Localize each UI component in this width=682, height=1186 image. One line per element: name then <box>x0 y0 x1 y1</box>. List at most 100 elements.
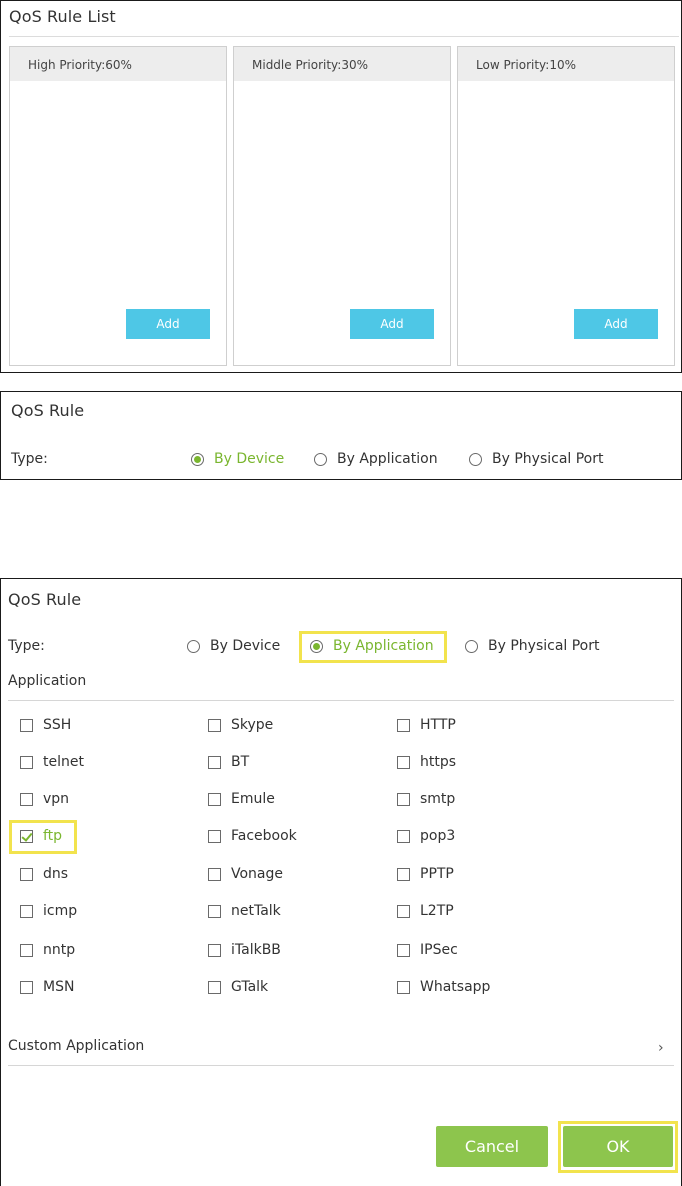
radio-label: By Device <box>214 451 285 467</box>
checkbox-icon <box>208 718 221 732</box>
checkbox-label: https <box>420 754 457 770</box>
middle-priority-box: Middle Priority:30% Add <box>233 46 451 366</box>
checkbox-nntp[interactable]: nntp <box>20 942 75 958</box>
checkbox-dns[interactable]: dns <box>20 866 68 882</box>
checkbox-icon <box>397 792 410 806</box>
checkbox-telnet[interactable]: telnet <box>20 754 84 770</box>
checkbox-ipsec[interactable]: IPSec <box>397 942 458 958</box>
checkbox-label: GTalk <box>231 979 269 995</box>
checkbox-icmp[interactable]: icmp <box>20 903 77 919</box>
checkbox-checked-icon <box>20 829 33 843</box>
checkbox-icon <box>208 829 221 843</box>
rule-title: QoS Rule <box>11 401 85 420</box>
checkbox-vonage[interactable]: Vonage <box>208 866 283 882</box>
chevron-right-icon[interactable]: › <box>658 1040 664 1056</box>
checkbox-whatsapp[interactable]: Whatsapp <box>397 979 490 995</box>
radio-by-physical-port[interactable]: By Physical Port <box>469 451 604 467</box>
checkbox-label: netTalk <box>231 903 281 919</box>
checkbox-label: IPSec <box>420 942 458 958</box>
checkbox-label: SSH <box>43 717 72 733</box>
checkbox-icon <box>20 718 33 732</box>
checkbox-italkbb[interactable]: iTalkBB <box>208 942 281 958</box>
rule-title: QoS Rule <box>8 590 82 609</box>
checkbox-icon <box>20 755 33 769</box>
checkbox-skype[interactable]: Skype <box>208 717 273 733</box>
radio-label: By Device <box>210 638 281 654</box>
application-divider <box>8 700 674 701</box>
qos-rule-device-panel: QoS Rule Type: By Device By Application … <box>0 391 682 480</box>
checkbox-pptp[interactable]: PPTP <box>397 866 454 882</box>
radio-icon <box>191 452 204 466</box>
checkbox-icon <box>208 792 221 806</box>
rule-list-title: QoS Rule List <box>9 7 116 26</box>
checkbox-icon <box>397 829 410 843</box>
checkbox-label: Whatsapp <box>420 979 491 995</box>
checkbox-icon <box>397 943 410 957</box>
radio-icon <box>310 639 323 653</box>
qos-rule-application-panel <box>0 578 682 1186</box>
checkbox-icon <box>397 904 410 918</box>
radio-by-device[interactable]: By Device <box>187 638 280 654</box>
radio-by-physical-port[interactable]: By Physical Port <box>465 638 600 654</box>
checkbox-label: PPTP <box>420 866 454 882</box>
add-high-priority-button[interactable]: Add <box>126 309 210 339</box>
radio-by-application[interactable]: By Application <box>310 638 434 654</box>
checkbox-label: Vonage <box>231 866 284 882</box>
radio-icon <box>314 452 327 466</box>
checkbox-ssh[interactable]: SSH <box>20 717 71 733</box>
checkbox-icon <box>20 904 33 918</box>
radio-icon <box>465 639 478 653</box>
checkbox-icon <box>397 718 410 732</box>
radio-label: By Application <box>337 451 438 467</box>
application-label: Application <box>8 673 87 689</box>
checkbox-label: telnet <box>43 754 84 770</box>
radio-label: By Application <box>333 638 434 654</box>
checkbox-emule[interactable]: Emule <box>208 791 275 807</box>
checkbox-label: L2TP <box>420 903 454 919</box>
checkbox-bt[interactable]: BT <box>208 754 249 770</box>
checkbox-http[interactable]: HTTP <box>397 717 456 733</box>
checkbox-ftp[interactable]: ftp <box>20 828 62 844</box>
add-low-priority-button[interactable]: Add <box>574 309 658 339</box>
checkbox-pop3[interactable]: pop3 <box>397 828 455 844</box>
checkbox-icon <box>208 755 221 769</box>
checkbox-l2tp[interactable]: L2TP <box>397 903 454 919</box>
title-divider <box>9 36 679 37</box>
low-priority-label: Low Priority:10% <box>458 47 674 81</box>
checkbox-icon <box>208 943 221 957</box>
radio-by-application[interactable]: By Application <box>314 451 438 467</box>
checkbox-icon <box>208 904 221 918</box>
checkbox-vpn[interactable]: vpn <box>20 791 69 807</box>
type-label: Type: <box>8 638 45 654</box>
checkbox-icon <box>208 867 221 881</box>
add-middle-priority-button[interactable]: Add <box>350 309 434 339</box>
checkbox-label: iTalkBB <box>231 942 281 958</box>
checkbox-label: Skype <box>231 717 274 733</box>
checkbox-gtalk[interactable]: GTalk <box>208 979 268 995</box>
checkbox-nettalk[interactable]: netTalk <box>208 903 281 919</box>
checkbox-label: HTTP <box>420 717 456 733</box>
checkbox-msn[interactable]: MSN <box>20 979 74 995</box>
checkbox-https[interactable]: https <box>397 754 456 770</box>
custom-application-row[interactable]: Custom Application <box>8 1038 144 1054</box>
checkbox-label: vpn <box>43 791 70 807</box>
radio-label: By Physical Port <box>488 638 600 654</box>
checkbox-icon <box>397 755 410 769</box>
checkbox-label: Emule <box>231 791 275 807</box>
custom-application-divider <box>8 1065 674 1066</box>
checkbox-icon <box>397 980 410 994</box>
checkbox-icon <box>208 980 221 994</box>
cancel-button[interactable]: Cancel <box>436 1126 548 1167</box>
low-priority-box: Low Priority:10% Add <box>457 46 675 366</box>
radio-label: By Physical Port <box>492 451 604 467</box>
checkbox-label: BT <box>231 754 250 770</box>
checkbox-label: dns <box>43 866 69 882</box>
checkbox-icon <box>397 867 410 881</box>
checkbox-label: icmp <box>43 903 78 919</box>
radio-by-device[interactable]: By Device <box>191 451 284 467</box>
checkbox-facebook[interactable]: Facebook <box>208 828 297 844</box>
ok-button[interactable]: OK <box>563 1126 673 1167</box>
high-priority-box: High Priority:60% Add <box>9 46 227 366</box>
checkbox-label: ftp <box>43 828 63 844</box>
checkbox-smtp[interactable]: smtp <box>397 791 455 807</box>
